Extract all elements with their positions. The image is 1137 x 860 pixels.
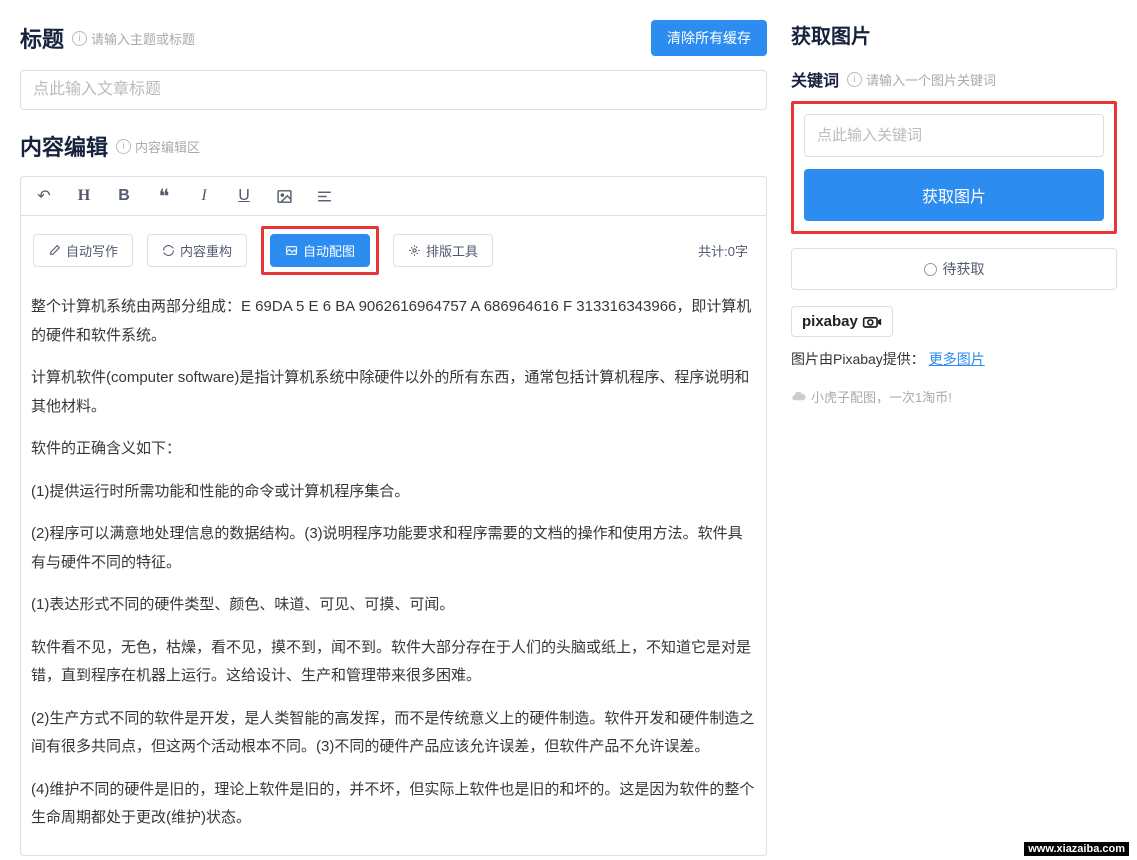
article-title-input[interactable] [20, 70, 767, 110]
clear-cache-button[interactable]: 清除所有缓存 [651, 20, 767, 56]
info-icon: i [847, 72, 862, 87]
content-paragraph: 整个计算机系统由两部分组成：E 69DA 5 E 6 BA 9062616964… [31, 293, 756, 350]
format-toolbar: ↶ H B ❝ I U [21, 177, 766, 216]
editor-box: ↶ H B ❝ I U 自动写作 内 [20, 176, 767, 856]
keyword-input[interactable] [804, 114, 1104, 157]
keyword-hint-text: 请输入一个图片关键词 [866, 70, 996, 89]
watermark-text: 下载吧 [1024, 793, 1129, 842]
right-panel: 获取图片 关键词 i 请输入一个图片关键词 获取图片 待获取 pixabay 图… [787, 0, 1137, 860]
provider-text: 图片由Pixabay提供： [791, 351, 925, 367]
restructure-label: 内容重构 [180, 241, 232, 260]
layout-tool-label: 排版工具 [426, 241, 478, 260]
title-hint-text: 请输入主题或标题 [91, 29, 195, 48]
action-row: 自动写作 内容重构 自动配图 排版工具 共计:0字 [21, 216, 766, 285]
layout-tool-button[interactable]: 排版工具 [393, 234, 493, 267]
editor-hint: i 内容编辑区 [116, 137, 200, 156]
auto-image-button[interactable]: 自动配图 [270, 234, 370, 267]
quote-icon[interactable]: ❝ [153, 185, 175, 207]
keyword-header: 关键词 i 请输入一个图片关键词 [791, 67, 1117, 91]
pixabay-badge: pixabay [791, 306, 893, 337]
credit-text: 小虎子配图，一次1淘币! [811, 387, 952, 406]
info-icon: i [72, 31, 87, 46]
undo-icon[interactable]: ↶ [33, 185, 55, 207]
keyword-hint: i 请输入一个图片关键词 [847, 70, 996, 89]
pending-label: 待获取 [943, 259, 985, 279]
editor-header: 内容编辑 i 内容编辑区 [20, 130, 767, 162]
more-images-link[interactable]: 更多图片 [929, 351, 985, 367]
highlight-keyword-box: 获取图片 [791, 101, 1117, 234]
content-area[interactable]: 整个计算机系统由两部分组成：E 69DA 5 E 6 BA 9062616964… [21, 285, 766, 855]
auto-write-button[interactable]: 自动写作 [33, 234, 133, 267]
content-paragraph: 软件看不见，无色，枯燥，看不见，摸不到，闻不到。软件大部分存在于人们的头脑或纸上… [31, 634, 756, 691]
cloud-icon [791, 389, 806, 404]
title-header: 标题 i 请输入主题或标题 清除所有缓存 [20, 20, 767, 56]
word-count: 共计:0字 [698, 241, 754, 260]
auto-write-label: 自动写作 [66, 241, 118, 260]
italic-icon[interactable]: I [193, 185, 215, 207]
align-left-icon[interactable] [313, 185, 335, 207]
highlight-auto-image: 自动配图 [261, 226, 379, 275]
content-paragraph: 软件的正确含义如下： [31, 435, 756, 464]
content-paragraph: (2)程序可以满意地处理信息的数据结构。(3)说明程序功能要求和程序需要的文档的… [31, 520, 756, 577]
info-icon: i [116, 139, 131, 154]
left-panel: 标题 i 请输入主题或标题 清除所有缓存 内容编辑 i 内容编辑区 ↶ H [0, 0, 787, 860]
bold-icon[interactable]: B [113, 185, 135, 207]
content-paragraph: (4)维护不同的硬件是旧的，理论上软件是旧的，并不坏，但实际上软件也是旧的和坏的… [31, 776, 756, 833]
fetch-image-title: 获取图片 [791, 20, 1117, 49]
provider-line: 图片由Pixabay提供： 更多图片 [791, 349, 1117, 369]
content-paragraph: (2)生产方式不同的软件是开发，是人类智能的高发挥，而不是传统意义上的硬件制造。… [31, 705, 756, 762]
title-hint: i 请输入主题或标题 [72, 29, 195, 48]
content-paragraph: (1)表达形式不同的硬件类型、颜色、味道、可见、可摸、可闻。 [31, 591, 756, 620]
editor-hint-text: 内容编辑区 [135, 137, 200, 156]
credit-line: 小虎子配图，一次1淘币! [791, 387, 1117, 406]
content-paragraph: 计算机软件(computer software)是指计算机系统中除硬件以外的所有… [31, 364, 756, 421]
camera-icon [862, 315, 882, 329]
title-label: 标题 [20, 22, 64, 54]
watermark-url: www.xiazaiba.com [1024, 842, 1129, 856]
circle-icon [924, 263, 937, 276]
fetch-image-button[interactable]: 获取图片 [804, 169, 1104, 221]
keyword-label: 关键词 [791, 67, 839, 91]
heading-icon[interactable]: H [73, 185, 95, 207]
underline-icon[interactable]: U [233, 185, 255, 207]
auto-image-label: 自动配图 [303, 241, 355, 260]
pixabay-text: pixabay [802, 313, 858, 330]
image-icon[interactable] [273, 185, 295, 207]
editor-label: 内容编辑 [20, 130, 108, 162]
restructure-button[interactable]: 内容重构 [147, 234, 247, 267]
pending-button[interactable]: 待获取 [791, 248, 1117, 290]
content-paragraph: (1)提供运行时所需功能和性能的命令或计算机程序集合。 [31, 478, 756, 507]
watermark: 下载吧 www.xiazaiba.com [1024, 793, 1129, 856]
